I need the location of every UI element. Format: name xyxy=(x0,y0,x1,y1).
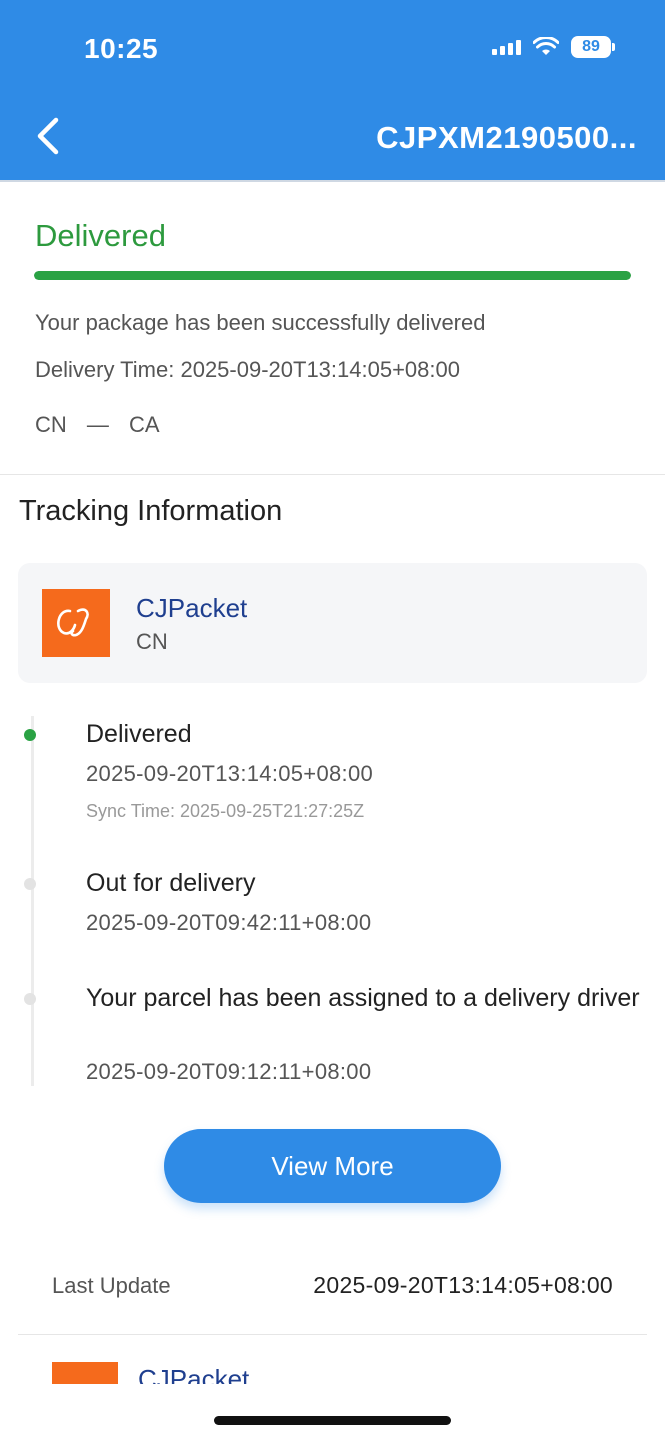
destination-country: CA xyxy=(129,412,160,437)
carrier-name: CJPacket xyxy=(136,593,248,623)
event-title: Out for delivery xyxy=(86,869,256,897)
last-update-label: Last Update xyxy=(52,1273,171,1298)
event-sync-time: Sync Time: 2025-09-25T21:27:25Z xyxy=(86,801,365,821)
divider xyxy=(18,1334,647,1335)
wifi-icon xyxy=(533,37,559,57)
progress-fill xyxy=(34,271,631,280)
event-title: Delivered xyxy=(86,720,192,748)
last-update-value: 2025-09-20T13:14:05+08:00 xyxy=(313,1272,613,1298)
timeline-line xyxy=(31,716,34,1086)
delivery-time: Delivery Time: 2025-09-20T13:14:05+08:00 xyxy=(35,357,460,382)
carrier-country: CN xyxy=(136,629,168,654)
event-time: 2025-09-20T09:12:11+08:00 xyxy=(86,1059,372,1084)
view-more-button[interactable]: View More xyxy=(164,1129,501,1203)
event-time: 2025-09-20T13:14:05+08:00 xyxy=(86,761,374,786)
timeline-dot xyxy=(24,878,36,890)
chevron-left-icon xyxy=(37,117,59,155)
page-title: CJPXM2190500... xyxy=(376,120,637,155)
route: CN — CA xyxy=(35,412,160,438)
origin-country: CN xyxy=(35,412,67,437)
delivery-status: Delivered xyxy=(35,218,166,253)
carrier-logo xyxy=(42,589,110,657)
timeline-dot xyxy=(24,993,36,1005)
back-button[interactable] xyxy=(30,114,70,158)
carrier-logo xyxy=(52,1362,118,1384)
delivery-message: Your package has been successfully deliv… xyxy=(35,310,486,335)
next-carrier-name[interactable]: CJPacket xyxy=(138,1362,249,1384)
battery-icon: 89 xyxy=(571,36,615,58)
section-title: Tracking Information xyxy=(19,495,283,527)
event-title: Your parcel has been assigned to a deliv… xyxy=(86,984,640,1012)
cellular-signal-icon xyxy=(492,39,521,55)
status-bar-time: 10:25 xyxy=(84,33,159,64)
timeline-dot-active xyxy=(24,729,36,741)
home-indicator xyxy=(214,1416,451,1425)
app-header: 10:25 89 CJPXM2190500... xyxy=(0,0,665,182)
delivery-summary: Delivered Your package has been successf… xyxy=(0,182,665,475)
delivery-progress-bar xyxy=(34,271,631,280)
carrier-card[interactable]: CJPacket CN xyxy=(18,563,647,683)
status-bar-indicators: 89 xyxy=(492,36,615,58)
route-separator: — xyxy=(86,412,109,437)
event-time: 2025-09-20T09:42:11+08:00 xyxy=(86,910,372,935)
